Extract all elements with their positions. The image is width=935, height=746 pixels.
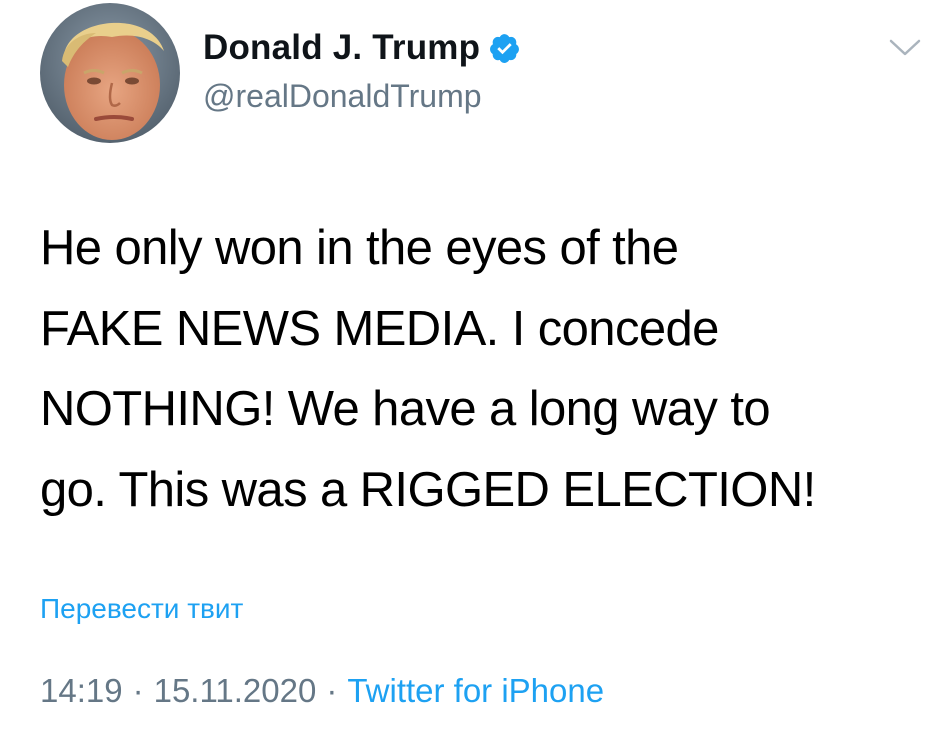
tweet-text: He only won in the eyes of the FAKE NEWS… (40, 221, 816, 517)
tweet-meta: 14:19 · 15.11.2020 · Twitter for iPhone (40, 672, 604, 710)
meta-separator: · (326, 672, 338, 709)
user-handle[interactable]: @realDonaldTrump (203, 78, 482, 115)
tweet-time[interactable]: 14:19 (40, 672, 123, 710)
profile-photo-icon (40, 3, 180, 143)
display-name-row: Donald J. Trump (203, 24, 521, 72)
chevron-down-icon[interactable] (888, 38, 922, 58)
translate-tweet-link[interactable]: Перевести твит (40, 593, 243, 625)
display-name[interactable]: Donald J. Trump (203, 28, 480, 68)
tweet-date[interactable]: 15.11.2020 (154, 672, 317, 710)
tweet-source-link[interactable]: Twitter for iPhone (347, 672, 604, 710)
tweet-card: Donald J. Trump @realDonaldTrump He only… (0, 0, 935, 746)
meta-separator: · (132, 672, 144, 709)
verified-badge-icon (488, 32, 521, 65)
avatar[interactable] (40, 3, 180, 143)
